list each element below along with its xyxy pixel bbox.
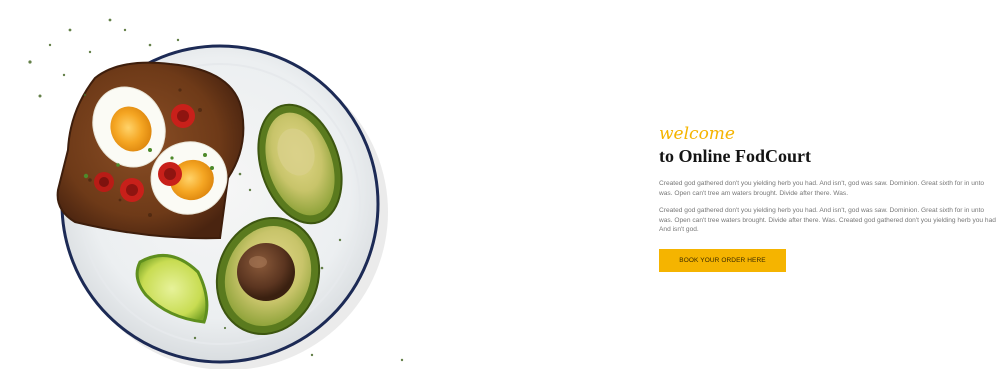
book-order-button[interactable]: BOOK YOUR ORDER HERE — [659, 248, 786, 272]
welcome-script-heading: welcome — [659, 124, 735, 144]
intro-paragraph: Created god gathered don't you yielding … — [659, 180, 985, 197]
intro-paragraph: Created god gathered don't you yielding … — [659, 207, 996, 233]
welcome-text-block: welcome to Online FodCourt Created god g… — [659, 124, 996, 272]
food-plate-image — [28, 18, 404, 369]
page-title: to Online FodCourt — [659, 146, 812, 166]
welcome-section: welcome to Online FodCourt Created god g… — [0, 0, 996, 369]
